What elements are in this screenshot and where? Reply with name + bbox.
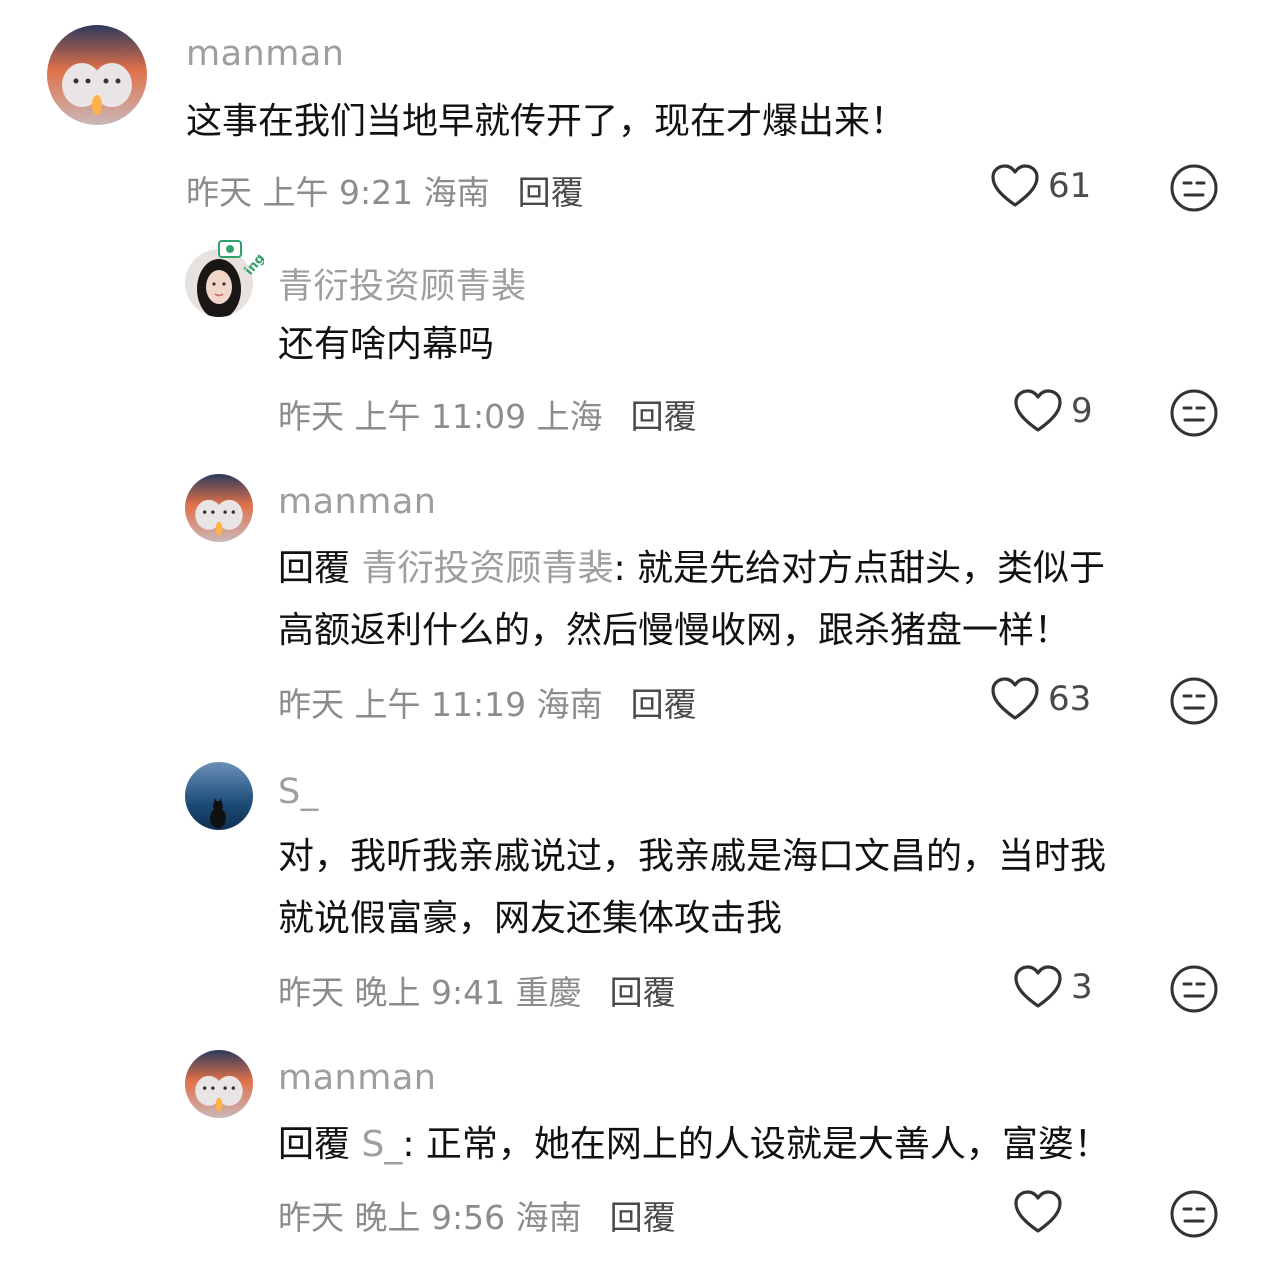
username[interactable]: manman: [186, 34, 344, 74]
comment-text: 还有啥内幕吗: [278, 324, 495, 365]
dislike-face-icon[interactable]: [1169, 388, 1219, 438]
timestamp-location: 昨天 上午 9:21 海南: [186, 173, 490, 212]
reply-button[interactable]: 回覆: [610, 1198, 676, 1237]
avatar[interactable]: [185, 762, 253, 830]
like-button[interactable]: 9: [1013, 388, 1093, 434]
heart-outline-icon: [991, 677, 1039, 720]
timestamp-location: 昨天 上午 11:09 上海: [278, 397, 603, 436]
dislike-face-icon[interactable]: [1169, 676, 1219, 726]
svg-text:ing: ing: [242, 251, 264, 278]
comment-meta: 昨天 上午 11:09 上海 回覆: [278, 390, 697, 438]
avatar[interactable]: [185, 1050, 253, 1118]
like-count: 61: [1048, 166, 1092, 206]
reply-button[interactable]: 回覆: [631, 685, 697, 724]
reply-target-username[interactable]: S_: [361, 1124, 402, 1165]
comment-text: 回覆 青衍投资顾青裴: 就是先给对方点甜头，类似于 高额返利什么的，然后慢慢收网…: [278, 548, 1106, 651]
timestamp-location: 昨天 上午 11:19 海南: [278, 685, 603, 724]
dislike-face-icon[interactable]: [1169, 964, 1219, 1014]
username[interactable]: manman: [278, 1058, 436, 1098]
username[interactable]: manman: [278, 482, 436, 522]
comment-meta: 昨天 上午 11:19 海南 回覆: [278, 678, 697, 726]
timestamp-location: 昨天 晚上 9:41 重慶: [278, 973, 582, 1012]
reply-button[interactable]: 回覆: [610, 973, 676, 1012]
like-count: 63: [1048, 679, 1092, 719]
reply-button[interactable]: 回覆: [631, 397, 697, 436]
reply-button[interactable]: 回覆: [518, 173, 584, 212]
like-button[interactable]: [1013, 1189, 1071, 1235]
reply-prefix: 回覆: [278, 1124, 351, 1165]
username[interactable]: S_: [278, 772, 319, 812]
comment-meta: 昨天 晚上 9:56 海南 回覆: [278, 1191, 676, 1239]
comment-text: 回覆 S_: 正常，她在网上的人设就是大善人，富婆！: [278, 1124, 1110, 1165]
comment-meta: 昨天 晚上 9:41 重慶 回覆: [278, 966, 676, 1014]
like-button[interactable]: 61: [990, 163, 1091, 209]
heart-outline-icon: [1014, 965, 1062, 1008]
reply-target-username[interactable]: 青衍投资顾青裴: [361, 548, 613, 589]
username[interactable]: 青衍投资顾青裴: [278, 258, 527, 309]
avatar[interactable]: [185, 474, 253, 542]
like-button[interactable]: 63: [990, 676, 1091, 722]
dislike-face-icon[interactable]: [1169, 163, 1219, 213]
like-count: 3: [1071, 967, 1093, 1007]
dislike-face-icon[interactable]: [1169, 1189, 1219, 1239]
avatar[interactable]: [47, 25, 147, 125]
comment-text: 对，我听我亲戚说过，我亲戚是海口文昌的，当时我 就说假富豪，网友还集体攻击我: [278, 836, 1107, 939]
like-count: 9: [1071, 391, 1093, 431]
heart-outline-icon: [1014, 1190, 1062, 1233]
comment-meta: 昨天 上午 9:21 海南 回覆: [186, 166, 584, 214]
heart-outline-icon: [991, 164, 1039, 207]
reply-prefix: 回覆: [278, 548, 351, 589]
like-button[interactable]: 3: [1013, 964, 1093, 1010]
status-badge: ing: [218, 238, 268, 278]
comment-text: 这事在我们当地早就传开了，现在才爆出来！: [186, 101, 907, 142]
timestamp-location: 昨天 晚上 9:56 海南: [278, 1198, 582, 1237]
heart-outline-icon: [1014, 389, 1062, 432]
